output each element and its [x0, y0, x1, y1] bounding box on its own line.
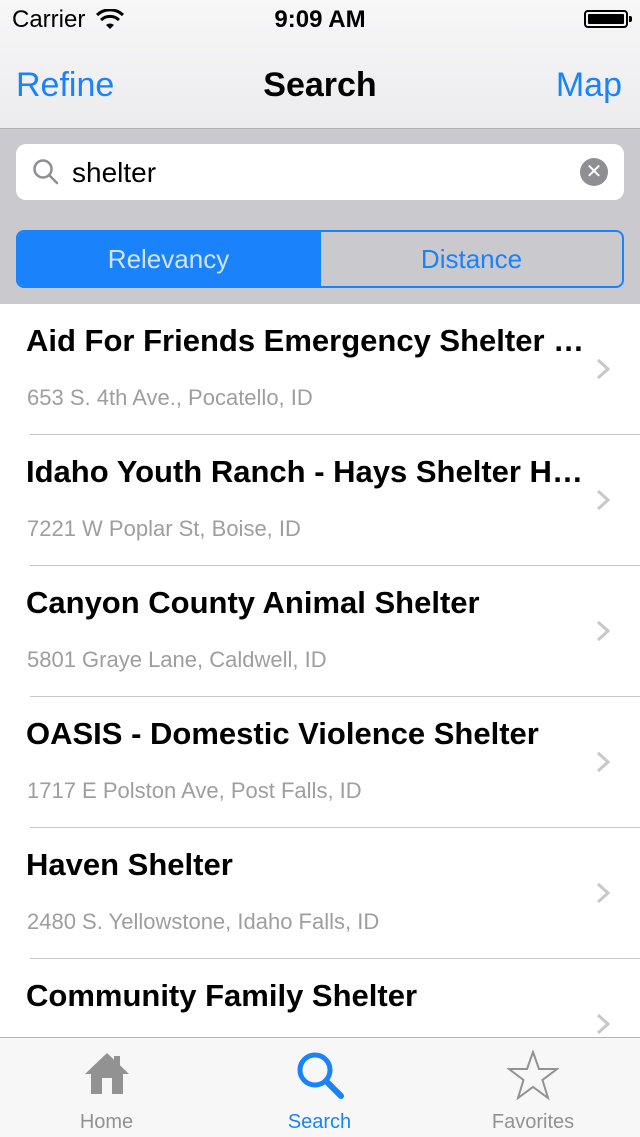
map-button[interactable]: Map	[556, 66, 622, 105]
segment-relevancy[interactable]: Relevancy	[18, 232, 319, 286]
list-item[interactable]: Community Family Shelter	[0, 959, 640, 1037]
battery-icon	[584, 10, 632, 28]
result-address: 7221 W Poplar St, Boise, ID	[27, 516, 301, 541]
result-title: Idaho Youth Ranch - Hays Shelter Home	[26, 454, 596, 489]
search-input-value[interactable]: shelter	[72, 157, 156, 189]
result-address: 653 S. 4th Ave., Pocatello, ID	[27, 385, 313, 410]
page-title: Search	[263, 66, 377, 104]
star-icon	[507, 1050, 559, 1100]
chevron-right-icon	[596, 751, 610, 773]
home-icon	[84, 1053, 129, 1094]
result-title: Haven Shelter	[26, 847, 233, 882]
result-title: Community Family Shelter	[26, 978, 418, 1013]
result-title: Canyon County Animal Shelter	[26, 585, 480, 620]
chevron-right-icon	[596, 489, 610, 511]
list-item[interactable]: Aid For Friends Emergency Shelter Housin…	[0, 304, 640, 435]
list-item[interactable]: OASIS - Domestic Violence Shelter 1717 E…	[0, 697, 640, 828]
search-icon	[297, 1052, 344, 1099]
result-address: 5801 Graye Lane, Caldwell, ID	[27, 647, 327, 672]
chevron-right-icon	[596, 882, 610, 904]
status-time: 9:09 AM	[274, 6, 366, 33]
list-item[interactable]: Idaho Youth Ranch - Hays Shelter Home 72…	[0, 435, 640, 566]
results-list: Aid For Friends Emergency Shelter Housin…	[0, 304, 640, 1037]
chevron-right-icon	[596, 620, 610, 642]
search-icon	[33, 159, 59, 185]
tab-search[interactable]: Search	[213, 1038, 426, 1137]
segment-distance[interactable]: Distance	[319, 232, 622, 286]
chevron-right-icon	[596, 358, 610, 380]
tab-bar: Home Search Favorites	[0, 1037, 640, 1137]
result-address: 1717 E Polston Ave, Post Falls, ID	[27, 778, 362, 803]
tab-favorites-label: Favorites	[491, 1111, 575, 1133]
result-title: OASIS - Domestic Violence Shelter	[26, 716, 539, 751]
search-area: shelter ✕ Relevancy Distance	[0, 129, 640, 304]
tab-home[interactable]: Home	[0, 1038, 213, 1137]
sort-segmented-control[interactable]: Relevancy Distance	[16, 230, 624, 288]
list-item[interactable]: Canyon County Animal Shelter 5801 Graye …	[0, 566, 640, 697]
tab-home-label: Home	[79, 1111, 134, 1133]
chevron-right-icon	[596, 1013, 610, 1035]
top-bar: Carrier 9:09 AM Refine Search Map	[0, 0, 640, 129]
status-bar: Carrier 9:09 AM	[0, 0, 640, 40]
list-item[interactable]: Haven Shelter 2480 S. Yellowstone, Idaho…	[0, 828, 640, 959]
tab-favorites[interactable]: Favorites	[426, 1038, 640, 1137]
result-address: 2480 S. Yellowstone, Idaho Falls, ID	[27, 909, 380, 934]
search-input[interactable]: shelter ✕	[16, 144, 624, 200]
result-title: Aid For Friends Emergency Shelter Housin…	[26, 323, 596, 358]
tab-search-label: Search	[287, 1111, 352, 1133]
clear-icon[interactable]: ✕	[580, 158, 608, 186]
